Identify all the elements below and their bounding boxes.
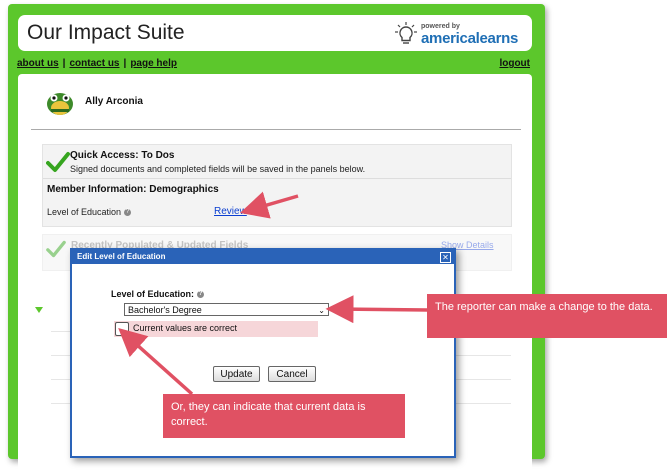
logout-link[interactable]: logout	[499, 58, 530, 69]
update-button[interactable]: Update	[213, 366, 260, 382]
dialog-titlebar: Edit Level of Education ✕	[72, 250, 454, 264]
education-field-label: Level of Education?	[47, 207, 132, 217]
quick-access-panel: Quick Access: To Dos Signed documents an…	[42, 144, 512, 227]
logo-powered-by: powered by	[421, 23, 460, 30]
top-nav: about us | contact us | page help	[17, 58, 177, 69]
user-name: Ally Arconia	[85, 96, 143, 107]
dialog-title: Edit Level of Education	[77, 252, 166, 261]
divider	[43, 178, 511, 179]
current-values-label: Current values are correct	[133, 323, 238, 333]
app-title: Our Impact Suite	[27, 21, 185, 44]
callout-change-data: The reporter can make a change to the da…	[427, 294, 667, 338]
education-label-text: Level of Education	[47, 207, 122, 217]
cancel-button[interactable]: Cancel	[268, 366, 316, 382]
avatar	[47, 93, 73, 115]
current-values-checkbox[interactable]	[115, 322, 129, 336]
lightbulb-icon	[395, 22, 417, 44]
quick-access-subtitle: Signed documents and completed fields wi…	[70, 164, 366, 174]
about-us-link[interactable]: about us	[17, 58, 59, 69]
checkmark-icon	[46, 152, 70, 172]
help-icon[interactable]: ?	[124, 209, 132, 217]
page-help-link[interactable]: page help	[130, 58, 177, 69]
review-link[interactable]: Review	[214, 206, 247, 217]
help-icon[interactable]: ?	[197, 291, 205, 299]
nav-separator: |	[62, 58, 66, 69]
field-label-text: Level of Education:	[111, 289, 195, 299]
divider	[31, 129, 521, 130]
callout-values-correct: Or, they can indicate that current data …	[163, 394, 405, 438]
checkmark-icon	[46, 240, 66, 258]
app-header: Our Impact Suite powered by americalearn…	[18, 15, 532, 51]
select-value: Bachelor's Degree	[128, 305, 202, 315]
quick-access-title: Quick Access: To Dos	[70, 150, 175, 161]
close-icon[interactable]: ✕	[440, 252, 451, 263]
america-learns-logo: powered by americalearns	[393, 20, 531, 48]
chevron-down-icon: ⌄	[318, 306, 325, 315]
member-info-heading: Member Information: Demographics	[47, 184, 219, 195]
nav-separator: |	[123, 58, 127, 69]
education-select[interactable]: Bachelor's Degree ⌄	[124, 303, 329, 316]
expand-arrow-icon[interactable]	[35, 307, 43, 313]
education-field-label: Level of Education:?	[111, 289, 205, 299]
logo-brand: americalearns	[421, 30, 519, 47]
current-values-row: Current values are correct	[114, 321, 318, 337]
contact-us-link[interactable]: contact us	[69, 58, 119, 69]
